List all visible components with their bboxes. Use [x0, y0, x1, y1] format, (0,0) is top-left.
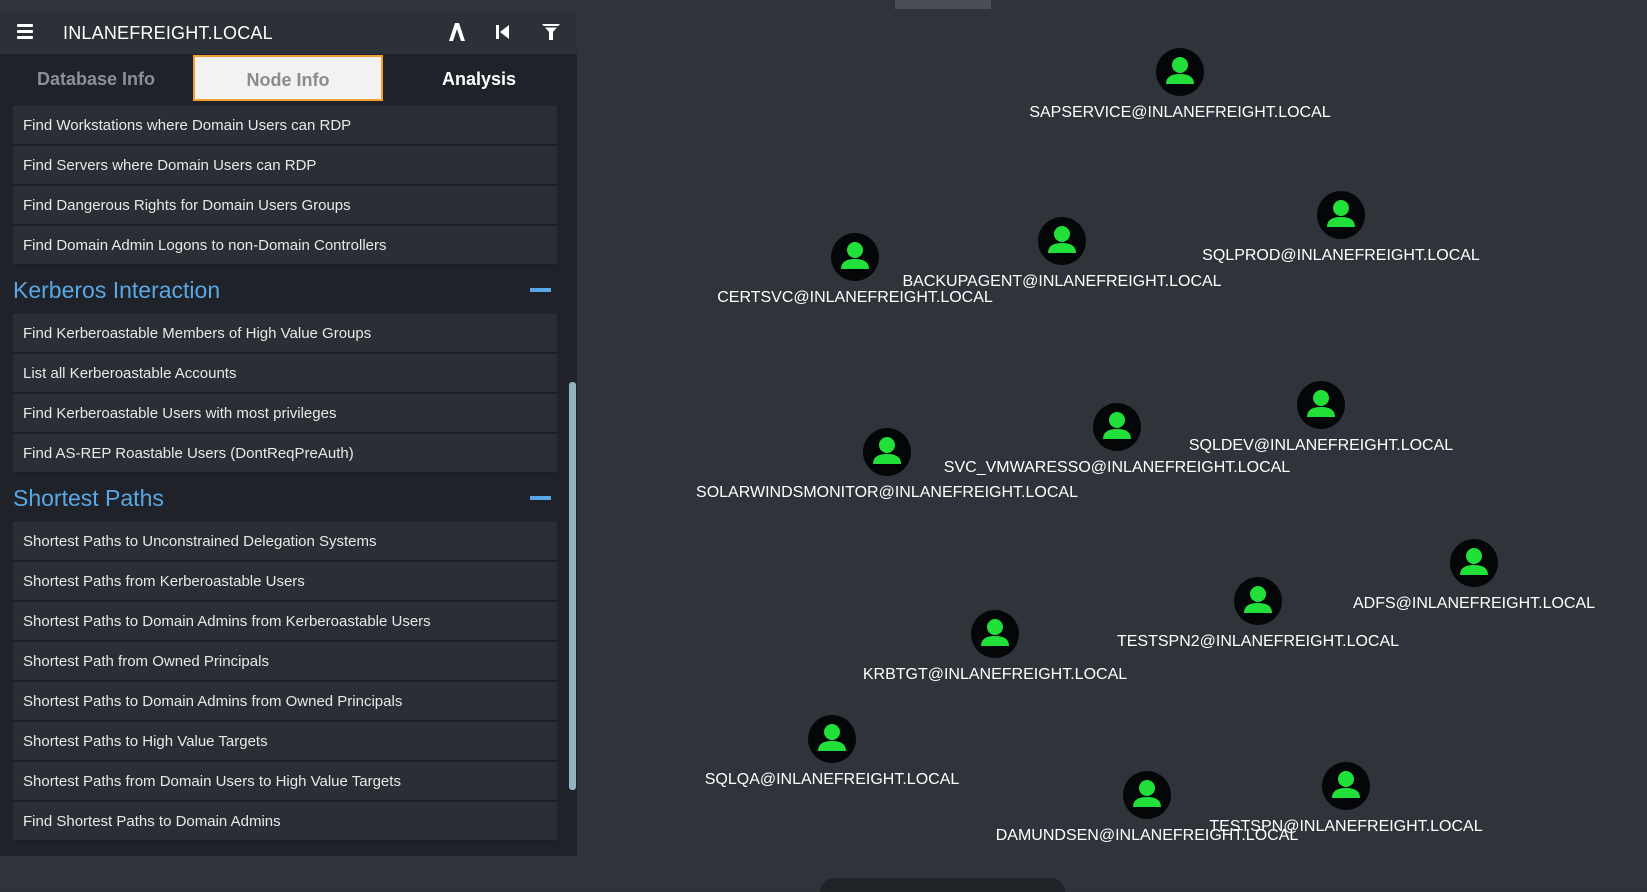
graph-node-label: SQLDEV@INLANEFREIGHT.LOCAL [1188, 437, 1454, 454]
section-title: Shortest Paths [13, 485, 164, 511]
graph-node-label: SAPSERVICE@INLANEFREIGHT.LOCAL [1029, 104, 1331, 121]
user-icon[interactable] [1093, 403, 1141, 451]
user-icon[interactable] [1317, 191, 1365, 239]
query-item[interactable]: Shortest Paths to Domain Admins from Own… [13, 682, 557, 722]
user-icon[interactable] [1156, 48, 1204, 96]
query-item[interactable]: Find Domain Admin Logons to non-Domain C… [13, 226, 557, 266]
menu-icon[interactable] [17, 24, 33, 39]
graph-node-label: SQLPROD@INLANEFREIGHT.LOCAL [1202, 247, 1480, 264]
query-item[interactable]: Find Dangerous Rights for Domain Users G… [13, 186, 557, 226]
tab-database-info[interactable]: Database Info [0, 54, 192, 104]
query-item[interactable]: Find Shortest Paths to Domain Admins [13, 802, 557, 842]
section-title: Kerberos Interaction [13, 277, 221, 303]
query-item[interactable]: Shortest Paths to Domain Admins from Ker… [13, 602, 557, 642]
graph-node-label: DAMUNDSEN@INLANEFREIGHT.LOCAL [995, 827, 1299, 844]
query-item[interactable]: Shortest Path from Owned Principals [13, 642, 557, 682]
graph-node-label: ADFS@INLANEFREIGHT.LOCAL [1352, 595, 1596, 612]
user-icon[interactable] [971, 610, 1019, 658]
query-item[interactable]: Find Kerberoastable Members of High Valu… [13, 314, 557, 354]
graph-node-label: CERTSVC@INLANEFREIGHT.LOCAL [717, 289, 993, 306]
query-item[interactable]: Find Servers where Domain Users can RDP [13, 146, 557, 186]
tab-analysis[interactable]: Analysis [383, 54, 575, 104]
section-header-shortest-paths[interactable]: Shortest Paths [13, 474, 557, 522]
graph-node-label: TESTSPN2@INLANEFREIGHT.LOCAL [1116, 633, 1400, 650]
user-icon[interactable] [1297, 381, 1345, 429]
filter-icon[interactable] [539, 20, 563, 44]
user-icon[interactable] [1322, 762, 1370, 810]
query-item[interactable]: Shortest Paths from Domain Users to High… [13, 762, 557, 802]
collapse-icon[interactable] [530, 288, 551, 292]
graph-node-label: SVC_VMWARESSO@INLANEFREIGHT.LOCAL [943, 459, 1291, 476]
collapse-icon[interactable] [530, 496, 551, 500]
top-drawer-handle[interactable] [895, 0, 991, 9]
bottom-drawer-handle[interactable] [820, 878, 1065, 892]
sidebar: INLANEFREIGHT.LOCAL Database Info Node I… [0, 12, 577, 856]
query-item[interactable]: Shortest Paths to High Value Targets [13, 722, 557, 762]
user-icon[interactable] [863, 428, 911, 476]
user-icon[interactable] [1123, 771, 1171, 819]
tab-node-info[interactable]: Node Info [193, 55, 383, 101]
section-header-kerberos-interaction[interactable]: Kerberos Interaction [13, 266, 557, 314]
graph-node-label: SOLARWINDSMONITOR@INLANEFREIGHT.LOCAL [696, 484, 1078, 501]
user-icon[interactable] [1450, 539, 1498, 587]
search-bar: INLANEFREIGHT.LOCAL [0, 12, 577, 54]
query-item[interactable]: List all Kerberoastable Accounts [13, 354, 557, 394]
query-item[interactable]: Shortest Paths to Unconstrained Delegati… [13, 522, 557, 562]
graph-node-label: KRBTGT@INLANEFREIGHT.LOCAL [862, 666, 1128, 683]
user-icon[interactable] [1038, 217, 1086, 265]
analysis-query-list: Find Workstations where Domain Users can… [13, 106, 557, 856]
query-item[interactable]: Find Kerberoastable Users with most priv… [13, 394, 557, 434]
path-finding-icon[interactable] [445, 20, 469, 44]
query-item[interactable]: Shortest Paths from Kerberoastable Users [13, 562, 557, 602]
user-icon[interactable] [808, 715, 856, 763]
graph-node-label: SQLQA@INLANEFREIGHT.LOCAL [704, 771, 960, 788]
user-icon[interactable] [1234, 577, 1282, 625]
user-icon[interactable] [831, 233, 879, 281]
database-title: INLANEFREIGHT.LOCAL [63, 23, 273, 43]
sidebar-scrollbar[interactable] [569, 382, 576, 790]
query-item[interactable]: Find AS-REP Roastable Users (DontReqPreA… [13, 434, 557, 474]
back-icon[interactable] [491, 20, 515, 44]
sidebar-tabs: Database Info Node Info Analysis [0, 54, 577, 104]
query-item[interactable]: Find Workstations where Domain Users can… [13, 106, 557, 146]
